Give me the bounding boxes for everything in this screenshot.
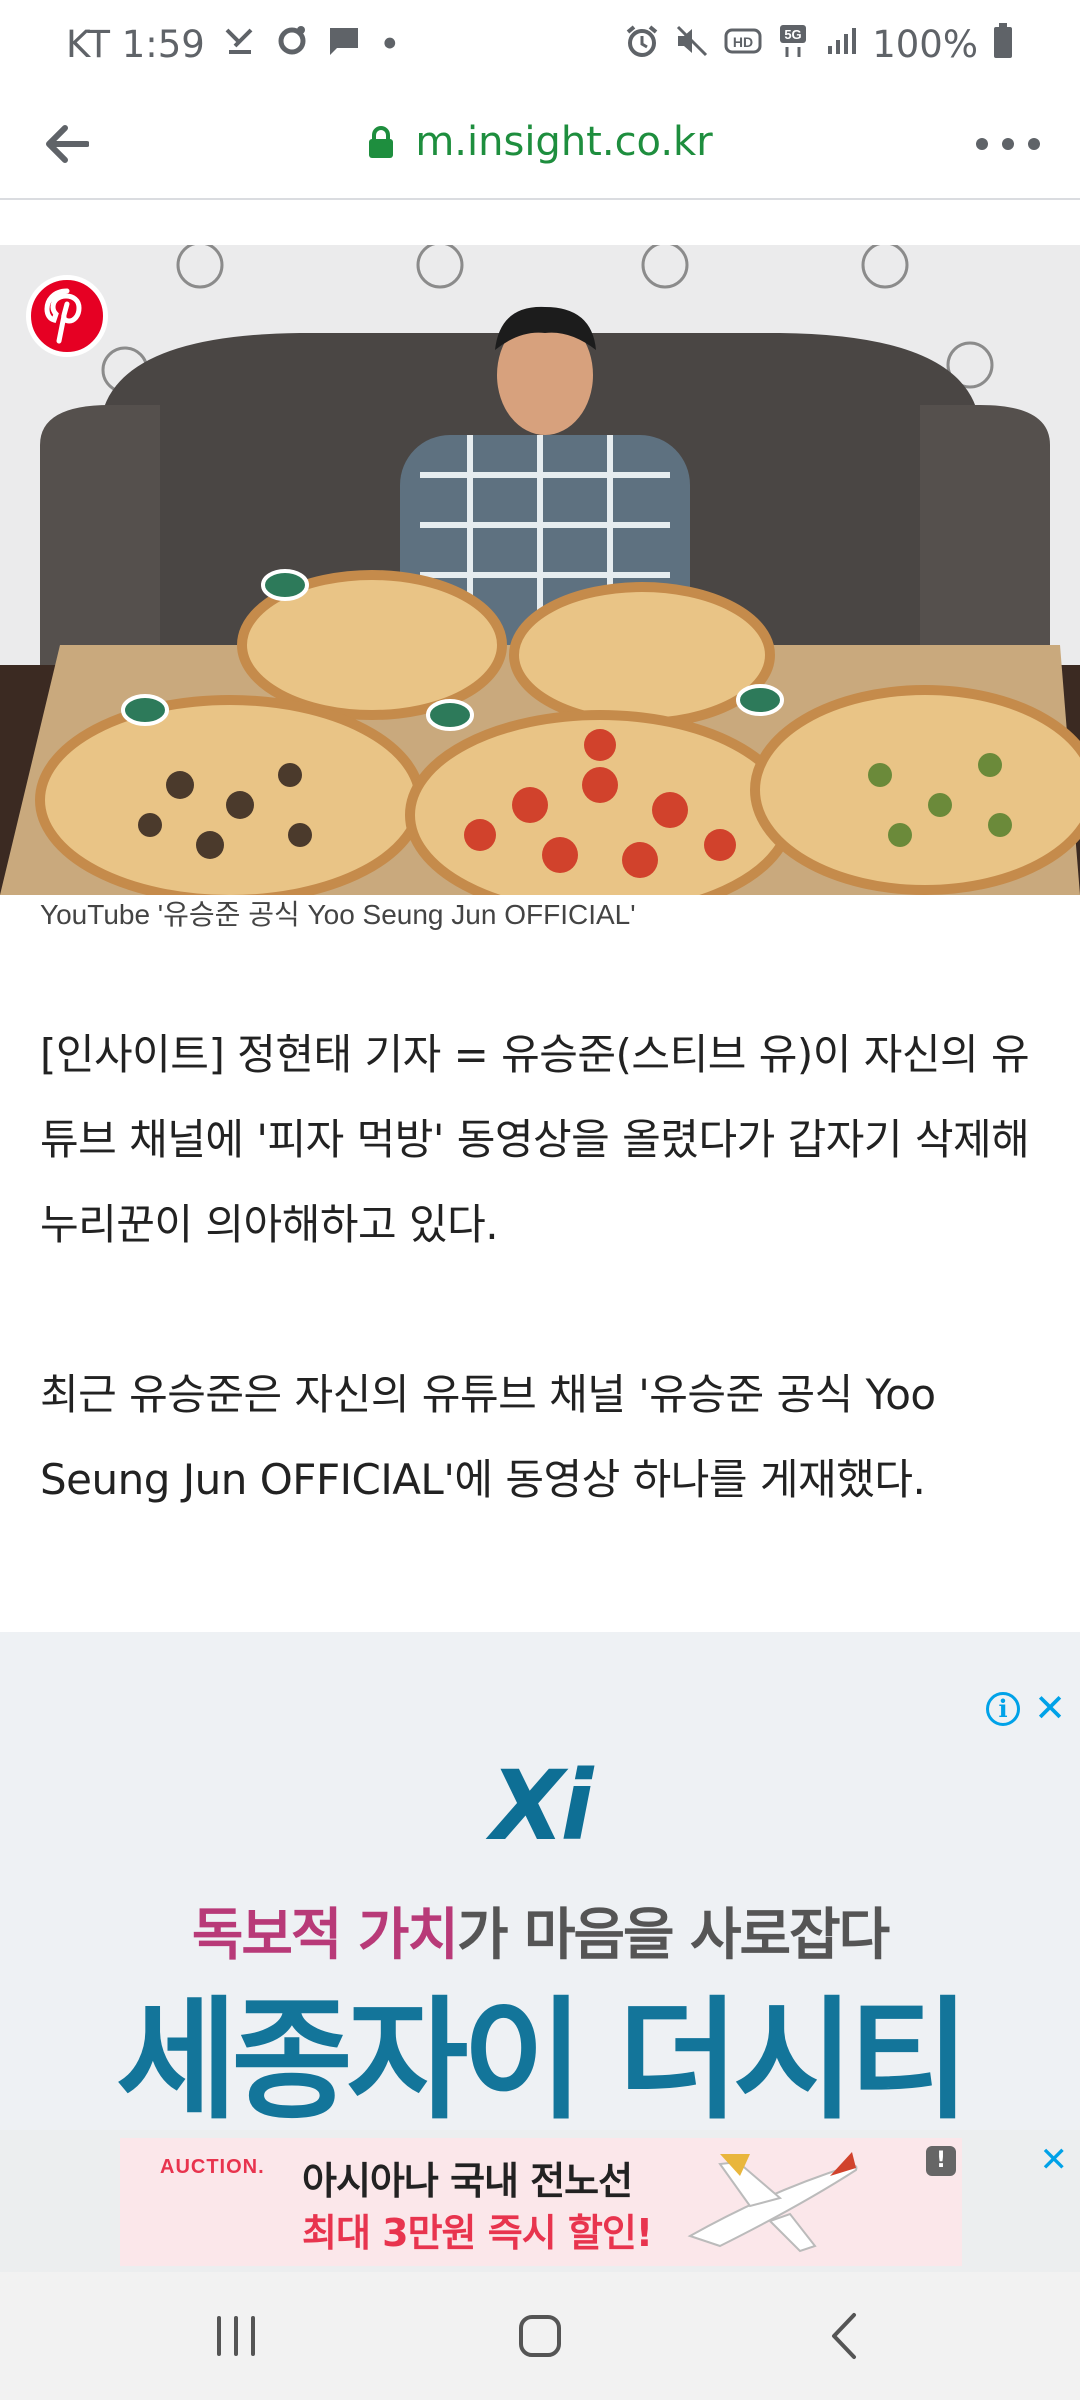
auction-logo: AUCTION. xyxy=(160,2156,265,2178)
ad-close-icon[interactable]: ✕ xyxy=(1034,1686,1066,1730)
home-icon xyxy=(519,2315,561,2357)
article-paragraph: [인사이트] 정현태 기자 = 유승준(스티브 유)이 자신의 유튜브 채널에 … xyxy=(40,1030,1030,1249)
battery-percent: 100% xyxy=(872,22,978,66)
banner-close-icon[interactable]: ✕ xyxy=(1040,2140,1069,2180)
missed-call-icon xyxy=(223,24,257,64)
banner-ad[interactable]: AUCTION. 아시아나 국내 전노선 최대 3만원 즉시 할인! ! xyxy=(120,2138,962,2266)
banner-subheadline: 최대 3만원 즉시 할인! xyxy=(302,2211,653,2255)
system-back-button[interactable] xyxy=(804,2306,884,2366)
home-button[interactable] xyxy=(500,2306,580,2366)
ad-badge-icon: ! xyxy=(926,2146,956,2176)
5g-icon: 5G xyxy=(776,23,810,65)
ad-title: 세종자이 더시티 xyxy=(115,1984,970,2130)
article-body: [인사이트] 정현태 기자 = 유승준(스티브 유)이 자신의 유튜브 채널에 … xyxy=(40,1012,1050,1607)
dot-icon xyxy=(976,138,988,150)
hd-icon: HD xyxy=(724,26,762,62)
recent-apps-icon xyxy=(217,2316,255,2356)
status-bar: KT 1:59 • HD 5G 100% xyxy=(0,0,1080,88)
more-options-button[interactable] xyxy=(976,122,1040,166)
pizza-mukbang-photo xyxy=(0,245,1080,895)
pinterest-icon xyxy=(44,288,82,344)
settings-icon xyxy=(275,24,309,64)
system-back-icon xyxy=(832,2313,856,2359)
image-caption: YouTube '유승준 공식 Yoo Seung Jun OFFICIAL' xyxy=(40,899,636,930)
system-navigation-bar xyxy=(0,2272,1080,2400)
carrier-time: KT 1:59 xyxy=(66,22,205,66)
url-text: m.insight.co.kr xyxy=(415,119,713,165)
url-field[interactable]: m.insight.co.kr xyxy=(0,112,1080,172)
display-ad[interactable]: i ✕ Xi 독보적 가치가 마음을 사로잡다 세종자이 더시티 xyxy=(0,1632,1080,2130)
mute-icon xyxy=(674,23,710,65)
message-icon xyxy=(327,24,361,64)
article-hero-image[interactable] xyxy=(0,245,1080,895)
banner-headline: 아시아나 국내 전노선 xyxy=(302,2159,633,2203)
ad-info-icon[interactable]: i xyxy=(986,1692,1020,1726)
xi-logo: Xi xyxy=(490,1750,594,1862)
lock-icon xyxy=(369,126,394,158)
svg-text:5G: 5G xyxy=(785,27,802,42)
browser-toolbar: m.insight.co.kr xyxy=(0,88,1080,200)
battery-icon xyxy=(992,22,1014,66)
pinterest-save-button[interactable] xyxy=(26,275,108,357)
article-paragraph: 최근 유승준은 자신의 유튜브 채널 '유승준 공식 Yoo Seung Jun… xyxy=(40,1370,936,1504)
dot-icon xyxy=(1002,138,1014,150)
airplane-icon xyxy=(687,2152,858,2253)
notification-dot: • xyxy=(378,22,401,66)
alarm-icon xyxy=(624,23,660,65)
dot-icon xyxy=(1028,138,1040,150)
bottom-banner-ad: AUCTION. 아시아나 국내 전노선 최대 3만원 즉시 할인! ! ✕ xyxy=(0,2130,1080,2272)
svg-text:HD: HD xyxy=(733,34,753,50)
signal-icon xyxy=(824,24,858,64)
recent-apps-button[interactable] xyxy=(196,2306,276,2366)
